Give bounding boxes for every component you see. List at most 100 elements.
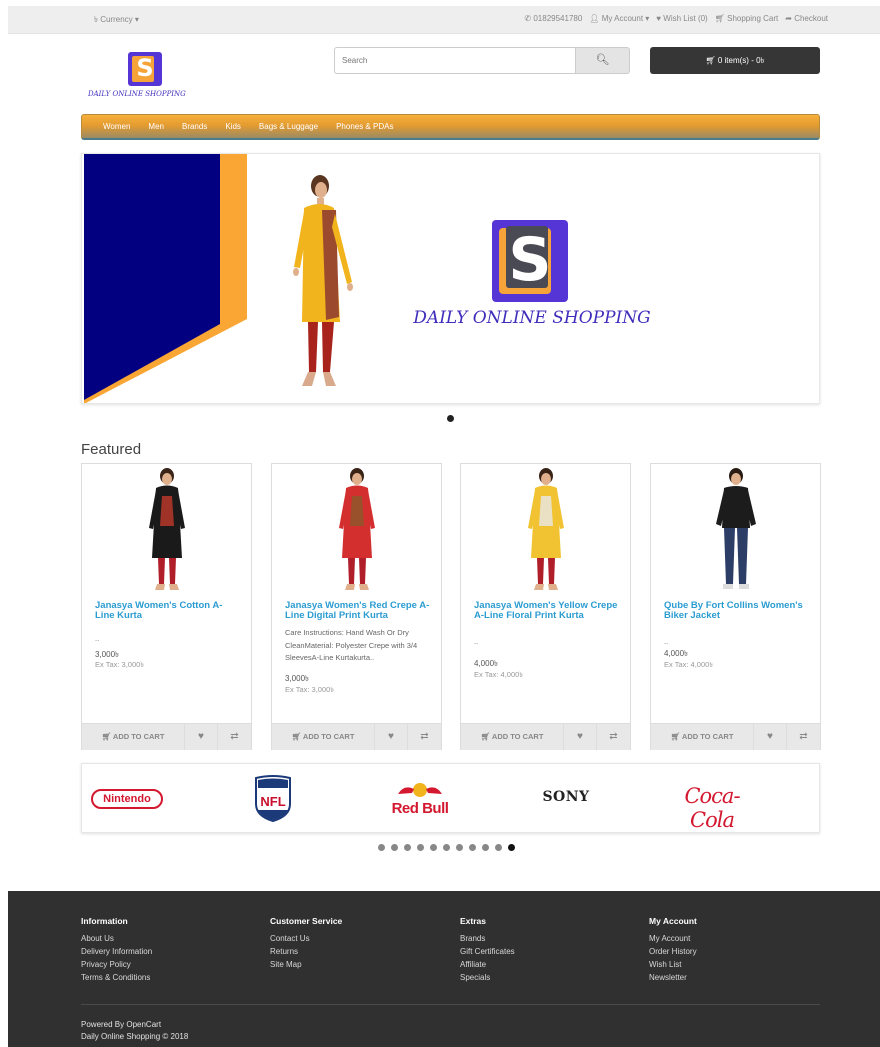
logo-text: DAILY ONLINE SHOPPING: [88, 90, 186, 98]
brand-logo-redbull[interactable]: Red Bull: [390, 780, 450, 820]
menu-item-brands[interactable]: Brands: [173, 115, 216, 139]
pager-dot[interactable]: [391, 844, 398, 851]
footer-link-my-account[interactable]: My Account: [649, 932, 697, 945]
footer-link-returns[interactable]: Returns: [270, 945, 342, 958]
footer-link-affiliate[interactable]: Affiliate: [460, 958, 515, 971]
product-name[interactable]: Qube By Fort Collins Women's Biker Jacke…: [664, 601, 810, 621]
compare-button[interactable]: ⇄: [408, 724, 441, 750]
menu-item-phones-pdas[interactable]: Phones & PDAs: [327, 115, 402, 139]
product-image[interactable]: [706, 466, 766, 594]
footer-link-privacy-policy[interactable]: Privacy Policy: [81, 958, 152, 971]
heart-icon: ♥: [577, 731, 583, 742]
product-name[interactable]: Janasya Women's Red Crepe A-Line Digital…: [285, 601, 431, 621]
compare-icon: ⇄: [230, 731, 239, 742]
brand-logo-sony[interactable]: SONY: [534, 789, 598, 805]
pager-dot[interactable]: [456, 844, 463, 851]
add-to-cart-button[interactable]: 🛒︎ ADD TO CART: [82, 724, 185, 750]
pager-dot[interactable]: [508, 844, 515, 851]
brand-logo-nfl[interactable]: NFL: [254, 774, 292, 822]
product-image[interactable]: [327, 466, 387, 594]
footer-link-contact-us[interactable]: Contact Us: [270, 932, 342, 945]
menu-item-kids[interactable]: Kids: [216, 115, 250, 139]
product-image[interactable]: [516, 466, 576, 594]
product-description: ..: [95, 634, 100, 643]
pager-dot[interactable]: [469, 844, 476, 851]
footer-link-delivery-information[interactable]: Delivery Information: [81, 945, 152, 958]
add-to-wishlist-button[interactable]: ♥: [564, 724, 597, 750]
footer-link-wish-list[interactable]: Wish List: [649, 958, 697, 971]
compare-button[interactable]: ⇄: [218, 724, 251, 750]
brand-logo-nintendo[interactable]: Nintendo: [91, 789, 163, 809]
product-actions: 🛒︎ ADD TO CART ♥ ⇄: [461, 723, 630, 750]
shopping-cart-label: Shopping Cart: [727, 14, 779, 23]
hero-logo-mark: S: [492, 220, 568, 302]
slideshow-pager-dot[interactable]: [447, 415, 454, 422]
footer-link-about-us[interactable]: About Us: [81, 932, 152, 945]
hero-model-image: [293, 175, 353, 386]
hero-slideshow[interactable]: S DAILY ONLINE SHOPPING: [81, 153, 820, 404]
product-name[interactable]: Janasya Women's Cotton A-Line Kurta: [95, 601, 241, 621]
checkout-label: Checkout: [794, 14, 828, 23]
footer-link-gift-certificates[interactable]: Gift Certificates: [460, 945, 515, 958]
pager-dot[interactable]: [404, 844, 411, 851]
product-name[interactable]: Janasya Women's Yellow Crepe A-Line Flor…: [474, 601, 620, 621]
menu-item-men[interactable]: Men: [139, 115, 173, 139]
product-description: ..: [664, 637, 669, 646]
shopping-cart-link[interactable]: 🛒︎ Shopping Cart: [715, 14, 779, 23]
footer-column-information: Information About Us Delivery Informatio…: [81, 916, 152, 984]
add-to-cart-button[interactable]: 🛒︎ ADD TO CART: [651, 724, 754, 750]
product-card[interactable]: Qube By Fort Collins Women's Biker Jacke…: [650, 463, 821, 750]
wish-list-link[interactable]: ♥ Wish List (0): [656, 14, 707, 23]
product-ex-tax: Ex Tax: 4,000৳: [474, 670, 524, 679]
pager-dot[interactable]: [378, 844, 385, 851]
footer-column-title: Extras: [460, 916, 486, 926]
brand-logo-coca-cola[interactable]: Coca-Cola: [672, 784, 752, 832]
product-description: ..: [474, 637, 479, 646]
footer-link-site-map[interactable]: Site Map: [270, 958, 342, 971]
product-card[interactable]: Janasya Women's Yellow Crepe A-Line Flor…: [460, 463, 631, 750]
share-icon: ➦: [785, 14, 792, 23]
compare-button[interactable]: ⇄: [787, 724, 820, 750]
brand-logo-nfl-text: NFL: [260, 794, 285, 809]
powered-by-text[interactable]: Powered By OpenCart: [81, 1019, 188, 1031]
brand-carousel[interactable]: Nintendo NFL Red Bull SONY Coca-Cola: [81, 763, 820, 833]
my-account-link[interactable]: 👤︎ My Account ▾: [589, 14, 649, 23]
product-image[interactable]: [137, 466, 197, 594]
footer-link-newsletter[interactable]: Newsletter: [649, 971, 697, 984]
compare-button[interactable]: ⇄: [597, 724, 630, 750]
add-to-wishlist-button[interactable]: ♥: [754, 724, 787, 750]
add-to-wishlist-button[interactable]: ♥: [375, 724, 408, 750]
site-footer: Information About Us Delivery Informatio…: [8, 891, 880, 1047]
pager-dot[interactable]: [417, 844, 424, 851]
phone-link[interactable]: ✆ 01829541780: [524, 14, 582, 23]
main-menu: Women Men Brands Kids Bags & Luggage Pho…: [81, 114, 820, 140]
cart-button[interactable]: 🛒︎ 0 item(s) - 0৳: [650, 47, 820, 74]
footer-link-terms-conditions[interactable]: Terms & Conditions: [81, 971, 152, 984]
pager-dot[interactable]: [430, 844, 437, 851]
footer-link-specials[interactable]: Specials: [460, 971, 515, 984]
pager-dot[interactable]: [443, 844, 450, 851]
cart-icon: 🛒︎: [101, 732, 112, 741]
add-to-cart-button[interactable]: 🛒︎ ADD TO CART: [461, 724, 564, 750]
menu-item-women[interactable]: Women: [94, 115, 139, 139]
search-button[interactable]: 🔍︎: [575, 47, 630, 74]
product-card[interactable]: Janasya Women's Cotton A-Line Kurta .. 3…: [81, 463, 252, 750]
product-card[interactable]: Janasya Women's Red Crepe A-Line Digital…: [271, 463, 442, 750]
add-to-cart-button[interactable]: 🛒︎ ADD TO CART: [272, 724, 375, 750]
add-to-cart-label: ADD TO CART: [112, 732, 165, 741]
top-links: ✆ 01829541780 👤︎ My Account ▾ ♥ Wish Lis…: [524, 14, 828, 23]
add-to-wishlist-button[interactable]: ♥: [185, 724, 218, 750]
footer-link-brands[interactable]: Brands: [460, 932, 515, 945]
footer-column-customer-service: Customer Service Contact Us Returns Site…: [270, 916, 342, 971]
pager-dot[interactable]: [482, 844, 489, 851]
currency-dropdown[interactable]: ৳ Currency ▾: [94, 14, 139, 27]
search-input[interactable]: [334, 47, 576, 74]
checkout-link[interactable]: ➦ Checkout: [785, 14, 828, 23]
site-logo[interactable]: S DAILY ONLINE SHOPPING: [88, 52, 204, 102]
footer-link-order-history[interactable]: Order History: [649, 945, 697, 958]
menu-item-bags-luggage[interactable]: Bags & Luggage: [250, 115, 327, 139]
logo-letter: S: [136, 54, 154, 82]
footer-column-my-account: My Account My Account Order History Wish…: [649, 916, 697, 984]
pager-dot[interactable]: [495, 844, 502, 851]
footer-divider: [81, 1004, 820, 1005]
